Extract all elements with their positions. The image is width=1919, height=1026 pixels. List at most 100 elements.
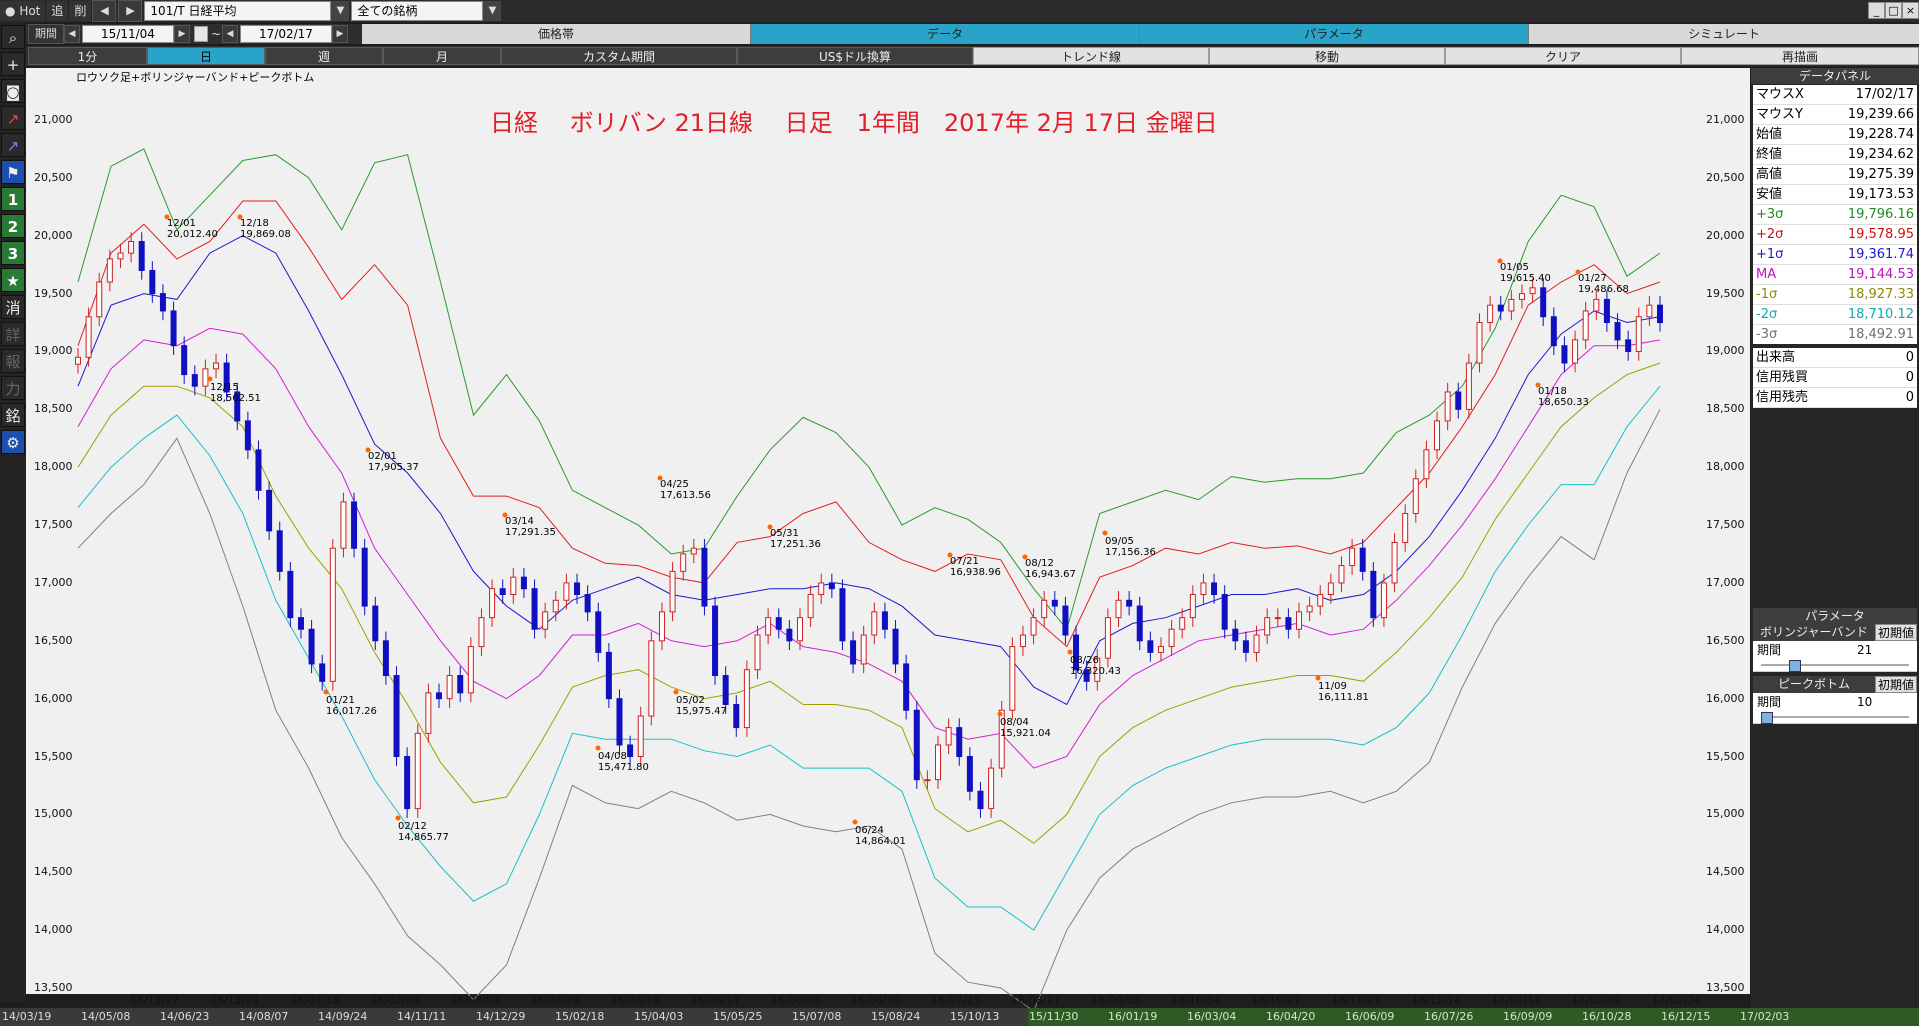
gear-icon[interactable]: ⚙ [1,430,25,454]
symbol-button[interactable]: 銘 [1,403,25,427]
bollinger-period-row: 期間 21 [1753,641,1917,659]
overview-date-label: 16/01/19 [1108,1010,1158,1023]
y-tick-label: 19,000 [1706,344,1745,358]
tf-week[interactable]: 週 [265,47,383,65]
stock-list-select[interactable]: 全ての銘柄 [351,1,484,21]
overview-date-label: 14/12/29 [476,1010,526,1023]
y-tick-label: 18,000 [1706,460,1745,474]
data-row-value: 19,578.95 [1847,227,1914,242]
redraw-button[interactable]: 再描画 [1681,47,1919,65]
delete-button[interactable]: 削 [69,1,93,21]
period-to-prev[interactable]: ◀ [222,25,238,43]
chart-title: 日経 ボリバン 21日線 日足 1年間 2017年 2月 17日 金曜日 [490,109,1218,137]
tf-usd[interactable]: US$ドル換算 [737,47,973,65]
preset-1-button[interactable]: 1 [1,187,25,211]
symbol-dropdown[interactable]: ▼ [331,1,350,21]
flag-icon[interactable]: ⚑ [1,160,25,184]
x-tick-label: 16/06/08 [770,994,821,1007]
x-tick-label: 17/01/11 [1491,994,1542,1007]
period-from-date[interactable]: 15/11/04 [82,25,174,43]
data-row-value: 19,796.16 [1847,207,1914,222]
y-tick-label: 20,000 [34,228,73,242]
data-row-value: 19,361.74 [1847,247,1914,262]
y-tick-label: 14,500 [1706,865,1745,879]
peak-slider-knob[interactable] [1761,712,1773,724]
tab-simulate[interactable]: シミュレート [1529,24,1919,44]
y-tick-label: 15,000 [1706,807,1745,821]
overview-date-label: 15/05/25 [713,1010,763,1023]
tf-custom[interactable]: カスタム期間 [501,47,737,65]
calendar-icon[interactable] [194,26,208,42]
stock-list-dropdown[interactable]: ▼ [483,1,502,21]
bollinger-period-slider[interactable] [1753,659,1917,672]
tf-day[interactable]: 日 [147,47,265,65]
minimize-button[interactable]: _ [1868,2,1885,19]
x-tick-label: 16/01/18 [290,994,340,1007]
close-button[interactable]: × [1902,2,1919,19]
y-tick-label: 14,000 [34,923,73,937]
erase-button[interactable]: 消 [1,295,25,319]
tab-price-band[interactable]: 価格帯 [362,24,751,44]
chart-area[interactable] [26,68,1750,994]
clear-button[interactable]: クリア [1445,47,1681,65]
star-icon[interactable]: ★ [1,268,25,292]
prev-symbol-button[interactable]: ◀ [92,0,117,22]
y-tick-label: 14,500 [34,865,73,879]
bollinger-slider-knob[interactable] [1789,660,1801,672]
bollinger-reset-button[interactable]: 初期値 [1875,624,1917,641]
report-button[interactable]: 報 [1,349,25,373]
y-tick-label: 17,500 [1706,518,1745,532]
period-from-next[interactable]: ▶ [174,25,190,43]
data-row-value: 19,228.74 [1847,127,1914,142]
y-tick-label: 16,500 [1706,633,1745,647]
overview-date-label: 14/11/11 [397,1010,447,1023]
hot-button[interactable]: ● Hot [0,1,47,21]
symbol-field[interactable]: 101/T 日経平均 [144,1,332,21]
camera-icon[interactable]: ◙ [1,79,25,103]
add-button[interactable]: 追 [46,1,70,21]
tf-month[interactable]: 月 [383,47,501,65]
period-to-date[interactable]: 17/02/17 [240,25,332,43]
bollinger-period-value[interactable]: 21 [1857,641,1872,659]
tab-parameter[interactable]: パラメータ [1140,24,1529,44]
y-tick-label: 19,500 [1706,286,1745,300]
move-button[interactable]: 移動 [1209,47,1445,65]
data-row-key: +1σ [1756,247,1784,262]
overview-date-label: 16/06/09 [1345,1010,1395,1023]
chart-line-icon[interactable]: ↗ [1,106,25,130]
data-row-value: 18,492.91 [1847,327,1914,342]
maximize-button[interactable]: □ [1885,2,1902,19]
bollinger-period-label: 期間 [1757,643,1782,657]
y-tick-label: 19,500 [34,286,73,300]
peak-period-value[interactable]: 10 [1857,693,1872,711]
overview-date-label: 15/11/30 [1029,1010,1079,1023]
period-to-next[interactable]: ▶ [332,25,348,43]
chart-compare-icon[interactable]: ↗ [1,133,25,157]
preset-2-button[interactable]: 2 [1,214,25,238]
trendline-button[interactable]: トレンド線 [973,47,1209,65]
tf-1min[interactable]: 1分 [28,47,147,65]
peak-period-slider[interactable] [1753,711,1917,724]
overview-date-label: 14/05/08 [81,1010,131,1023]
y-tick-label: 20,000 [1706,228,1745,242]
period-row: 期間 ◀ 15/11/04 ▶ ~ ◀ 17/02/17 ▶ 価格帯 データ パ… [0,24,1919,44]
parameter-panel: パラメータ ボリンジャーバンド 初期値 期間 21 ピークボトム 初期値 期間 … [1753,608,1917,724]
y-tick-label: 17,000 [1706,575,1745,589]
data-row-key: -3σ [1756,327,1778,342]
search-icon[interactable]: ⌕ [1,25,25,49]
plus-icon[interactable]: + [1,52,25,76]
detail-button[interactable]: 詳 [1,322,25,346]
next-symbol-button[interactable]: ▶ [118,0,143,22]
data-row: マウスY 19,239.66 [1753,105,1917,125]
data-row: -1σ 18,927.33 [1753,285,1917,305]
data-row-key: 出来高 [1756,350,1796,365]
peak-period-row: 期間 10 [1753,693,1917,711]
overview-strip[interactable]: 14/03/19 14/05/08 14/06/23 14/08/07 14/09/24… [0,1008,1919,1026]
period-from-prev[interactable]: ◀ [64,25,80,43]
tab-data[interactable]: データ [751,24,1140,44]
data-row-key: マウスX [1756,87,1804,102]
input-button[interactable]: 力 [1,376,25,400]
preset-3-button[interactable]: 3 [1,241,25,265]
data-row: 始値 19,228.74 [1753,125,1917,145]
peak-reset-button[interactable]: 初期値 [1875,676,1917,693]
